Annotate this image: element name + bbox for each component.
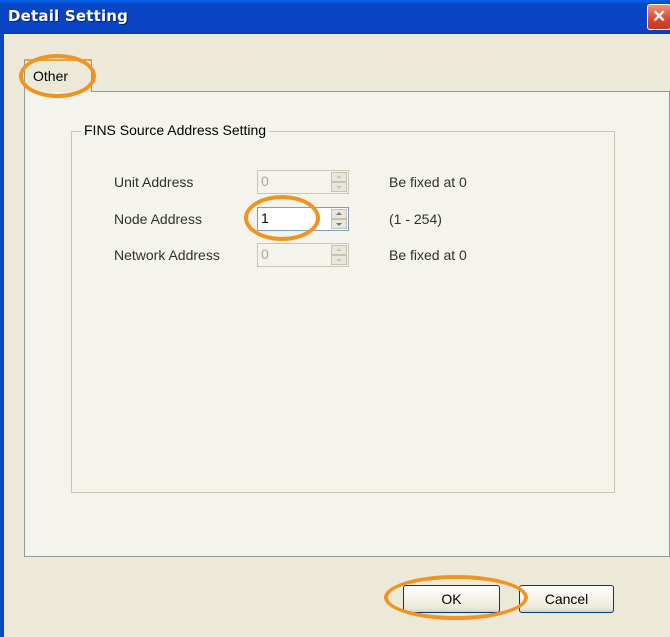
tab-label: Other — [33, 68, 69, 84]
spin-down-icon — [331, 182, 347, 192]
network-address-label: Network Address — [114, 247, 220, 263]
spin-up-icon[interactable] — [331, 209, 347, 219]
unit-address-label: Unit Address — [114, 174, 194, 190]
close-icon: ✕ — [652, 7, 667, 26]
network-address-value: 0 — [261, 246, 269, 262]
spin-down-icon — [331, 255, 347, 265]
unit-address-note: Be fixed at 0 — [389, 174, 467, 190]
group-title: FINS Source Address Setting — [81, 122, 270, 138]
node-address-range: (1 - 254) — [389, 211, 442, 227]
detail-setting-dialog: Detail Setting ✕ Other FINS Source Addre… — [0, 0, 670, 637]
tab-other[interactable]: Other — [24, 59, 92, 92]
spin-up-icon — [331, 172, 347, 182]
unit-address-value: 0 — [261, 173, 269, 189]
window-title: Detail Setting — [8, 7, 129, 25]
spin-up-icon — [331, 245, 347, 255]
unit-address-spinbox: 0 — [257, 170, 349, 194]
node-address-label: Node Address — [114, 211, 202, 227]
node-address-spinbox[interactable]: 1 — [257, 207, 349, 231]
network-address-note: Be fixed at 0 — [389, 247, 467, 263]
cancel-button-label: Cancel — [544, 591, 589, 607]
node-address-value[interactable]: 1 — [261, 210, 269, 226]
window-border — [0, 34, 4, 637]
title-bar: Detail Setting ✕ — [0, 0, 670, 34]
ok-button[interactable]: OK — [403, 585, 500, 613]
close-button[interactable]: ✕ — [647, 4, 670, 30]
cancel-button[interactable]: Cancel — [519, 585, 614, 613]
network-address-spinbox: 0 — [257, 243, 349, 267]
ok-button-label: OK — [441, 591, 462, 607]
spin-down-icon[interactable] — [331, 219, 347, 229]
